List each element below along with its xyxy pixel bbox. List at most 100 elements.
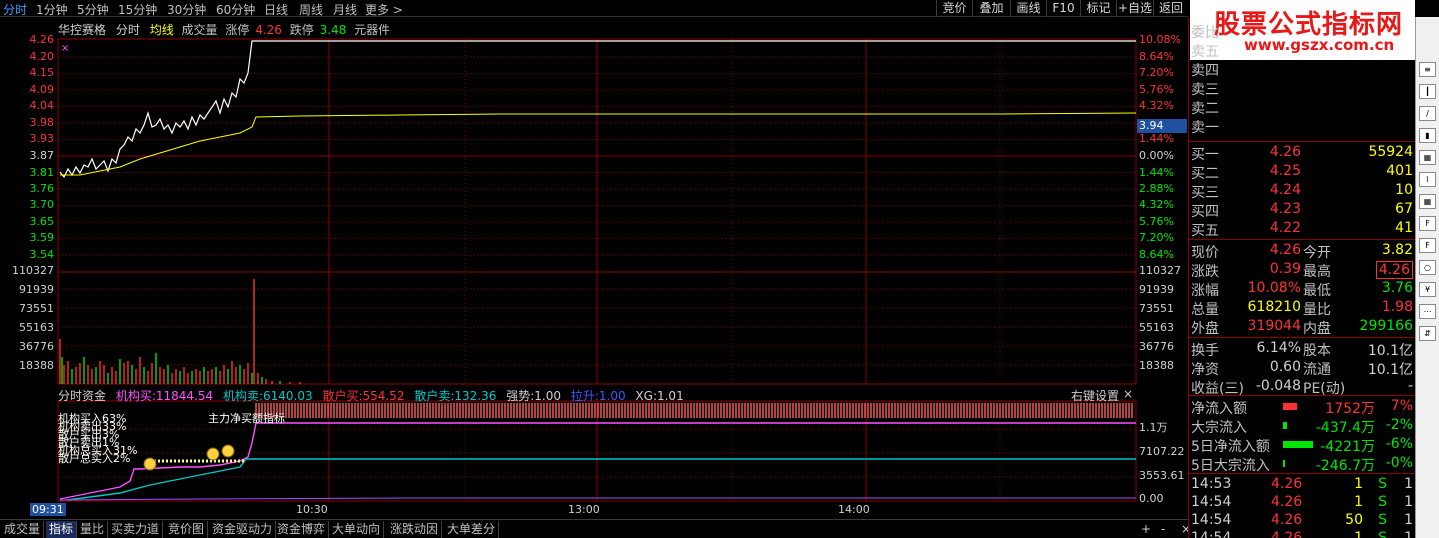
bid-price: 4.25 (1269, 163, 1301, 179)
period-tab-9[interactable]: 更多 > (365, 1, 403, 18)
flow-value: -246.7万 (1315, 458, 1375, 474)
tick-side: S (1378, 494, 1387, 510)
bars-icon[interactable]: ▮ (1419, 128, 1436, 143)
bottom-tab-5[interactable]: 资金驱动力 (209, 521, 277, 538)
bottom-tab-4[interactable]: 竞价图 (165, 521, 209, 538)
avg-line (60, 112, 1137, 176)
stat-value: -0.048 (1255, 378, 1301, 394)
circle-icon[interactable]: ○ (1419, 260, 1436, 275)
inst-sell-value: 6140.03 (263, 389, 313, 403)
tick-price: 4.26 (1271, 494, 1303, 510)
ask-row: 卖二 (1191, 98, 1413, 117)
flow-label: 大宗流入 (1191, 420, 1247, 436)
vol-tick-right: 73551 (1139, 302, 1174, 315)
price-tick: 4.26 (29, 33, 55, 46)
candle-icon[interactable]: ┃ (1419, 84, 1436, 99)
period-tab-5[interactable]: 60分钟 (216, 1, 255, 18)
flow-label: 净流入额 (1191, 401, 1247, 417)
stat-label: 今开 (1303, 245, 1331, 261)
retail-buy-label: 散户买: (322, 389, 363, 403)
bottom-tab-1[interactable]: 指标 (46, 521, 78, 538)
indicator-tick: 1.1万 (1139, 421, 1168, 434)
pct-tick: 5.76% (1139, 83, 1174, 96)
period-tab-8[interactable]: 月线 (333, 1, 357, 18)
bottom-tab-9[interactable]: 大单差分 (444, 521, 500, 538)
tick-time: 14:54 (1191, 512, 1232, 528)
tick-volume: 1 (1354, 494, 1363, 510)
flow-bar (1283, 422, 1287, 429)
vol-tick-right: 55163 (1139, 321, 1174, 334)
tool-button-6[interactable]: 返回 (1153, 0, 1188, 17)
period-tab-0[interactable]: 分时 (3, 1, 27, 18)
vol-tick-right: 36776 (1139, 340, 1174, 353)
tool-button-1[interactable]: 叠加 (972, 0, 1010, 17)
period-tab-6[interactable]: 日线 (264, 1, 288, 18)
tool-button-5[interactable]: +自选 (1116, 0, 1153, 17)
tick-time: 14:54 (1191, 530, 1232, 538)
price-tick: 3.54 (29, 248, 55, 261)
xg-value: 1.01 (656, 389, 684, 403)
period-tab-1[interactable]: 1分钟 (36, 1, 68, 18)
bottom-tab-8[interactable]: 涨跌动因 (387, 521, 443, 538)
stat-row: 总量 618210 量比 1.98 (1191, 299, 1413, 318)
tool-button-4[interactable]: 标记 (1080, 0, 1116, 17)
pct-tick: 8.64% (1139, 248, 1174, 261)
dots-icon[interactable]: ⋯ (1419, 304, 1436, 319)
tool-button-3[interactable]: F10 (1046, 0, 1080, 17)
period-tab-4[interactable]: 30分钟 (167, 1, 206, 18)
indicator-note: 散户总买入2% (58, 452, 131, 465)
price-tick: 3.98 (29, 116, 55, 129)
arrows-icon[interactable]: ⇵ (1419, 326, 1436, 341)
period-tab-3[interactable]: 15分钟 (118, 1, 157, 18)
stat-label: 最低 (1303, 283, 1331, 299)
divider (1189, 337, 1416, 338)
close-icon[interactable]: × (1123, 387, 1133, 401)
grid-icon[interactable]: ▦ (1419, 194, 1436, 209)
tool-button-0[interactable]: 竞价 (936, 0, 972, 17)
stat-value: 299166 (1359, 318, 1413, 334)
vol-tick-left: 18388 (19, 359, 54, 372)
money-icon[interactable]: ¥ (1419, 282, 1436, 297)
tick-count: 1 (1404, 530, 1413, 538)
period-tab-2[interactable]: 5分钟 (77, 1, 109, 18)
bottom-ctrl-1[interactable]: - (1158, 521, 1168, 538)
line-icon[interactable]: ∕ (1419, 106, 1436, 121)
vol-tick-right: 18388 (1139, 359, 1174, 372)
stat-value: 4.26 (1269, 242, 1301, 258)
quote-panel: 委比 卖五 卖四 卖三 卖二 卖一 买一 4.26 55924 买二 4.25 401 买三 4.24 10… (1188, 17, 1416, 538)
stat-row: 涨幅 10.08% 最低 3.76 (1191, 280, 1413, 299)
tick-volume: 1 (1354, 530, 1363, 538)
chart2-icon[interactable]: ⌇ (1419, 172, 1436, 187)
bottom-tab-0[interactable]: 成交量 (1, 521, 45, 538)
pct-tick: 1.44% (1139, 132, 1174, 145)
stat-label: 涨幅 (1191, 283, 1219, 299)
bid-price: 4.24 (1269, 182, 1301, 198)
tool-button-2[interactable]: 画线 (1010, 0, 1046, 17)
strength-value: 1.00 (534, 389, 561, 403)
f10-icon[interactable]: F (1419, 216, 1436, 231)
price-tick: 4.04 (29, 99, 55, 112)
table-icon[interactable]: ▦ (1419, 150, 1436, 165)
bottom-tab-6[interactable]: 资金博弈 (274, 521, 330, 538)
fiz-icon[interactable]: F (1419, 238, 1436, 253)
stat-value: 10.1亿 (1367, 362, 1413, 378)
stat-value: 10.08% (1247, 280, 1301, 296)
intraday-chart[interactable]: × (0, 17, 1188, 519)
flow-pct: -2% (1385, 417, 1413, 433)
bottom-tab-7[interactable]: 大单动向 (329, 521, 385, 538)
menu-icon[interactable]: ≡ (1419, 62, 1436, 77)
settings-link[interactable]: 右键设置 (1071, 387, 1119, 404)
bottom-tab-2[interactable]: 量比 (77, 521, 109, 538)
retail-buy-value: 554.52 (362, 389, 405, 403)
stat-row: 现价 4.26 今开 3.82 (1191, 242, 1413, 261)
stat-value: 3.82 (1381, 242, 1413, 258)
indicator-name[interactable]: 分时资金 (58, 389, 106, 403)
vol-tick-left: 36776 (19, 340, 54, 353)
bottom-tab-3[interactable]: 买卖力道 (108, 521, 164, 538)
bid-label: 买四 (1191, 204, 1219, 220)
price-tick: 4.15 (29, 66, 55, 79)
bottom-ctrl-0[interactable]: + (1138, 521, 1154, 538)
period-tab-7[interactable]: 周线 (299, 1, 323, 18)
bid-label: 买一 (1191, 147, 1219, 163)
stat-label: 股本 (1303, 343, 1331, 359)
